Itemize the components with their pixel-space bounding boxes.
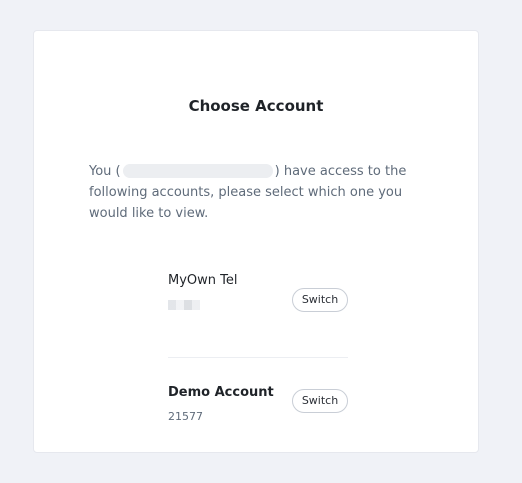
choose-account-card: Choose Account You () have access to the… [33, 30, 479, 453]
account-item: Demo Account 21577 Switch [168, 357, 348, 443]
redacted-account-id [168, 300, 200, 310]
switch-button[interactable]: Switch [292, 389, 348, 413]
account-item: MyOwn Tel Switch [168, 272, 348, 342]
page-title: Choose Account [188, 97, 324, 115]
switch-button[interactable]: Switch [292, 288, 348, 312]
redacted-email [122, 164, 273, 178]
access-description: You () have access to the following acco… [89, 161, 419, 224]
account-list: MyOwn Tel Switch Demo Account 21577 Swit… [168, 261, 348, 443]
description-prefix: You ( [89, 164, 121, 179]
